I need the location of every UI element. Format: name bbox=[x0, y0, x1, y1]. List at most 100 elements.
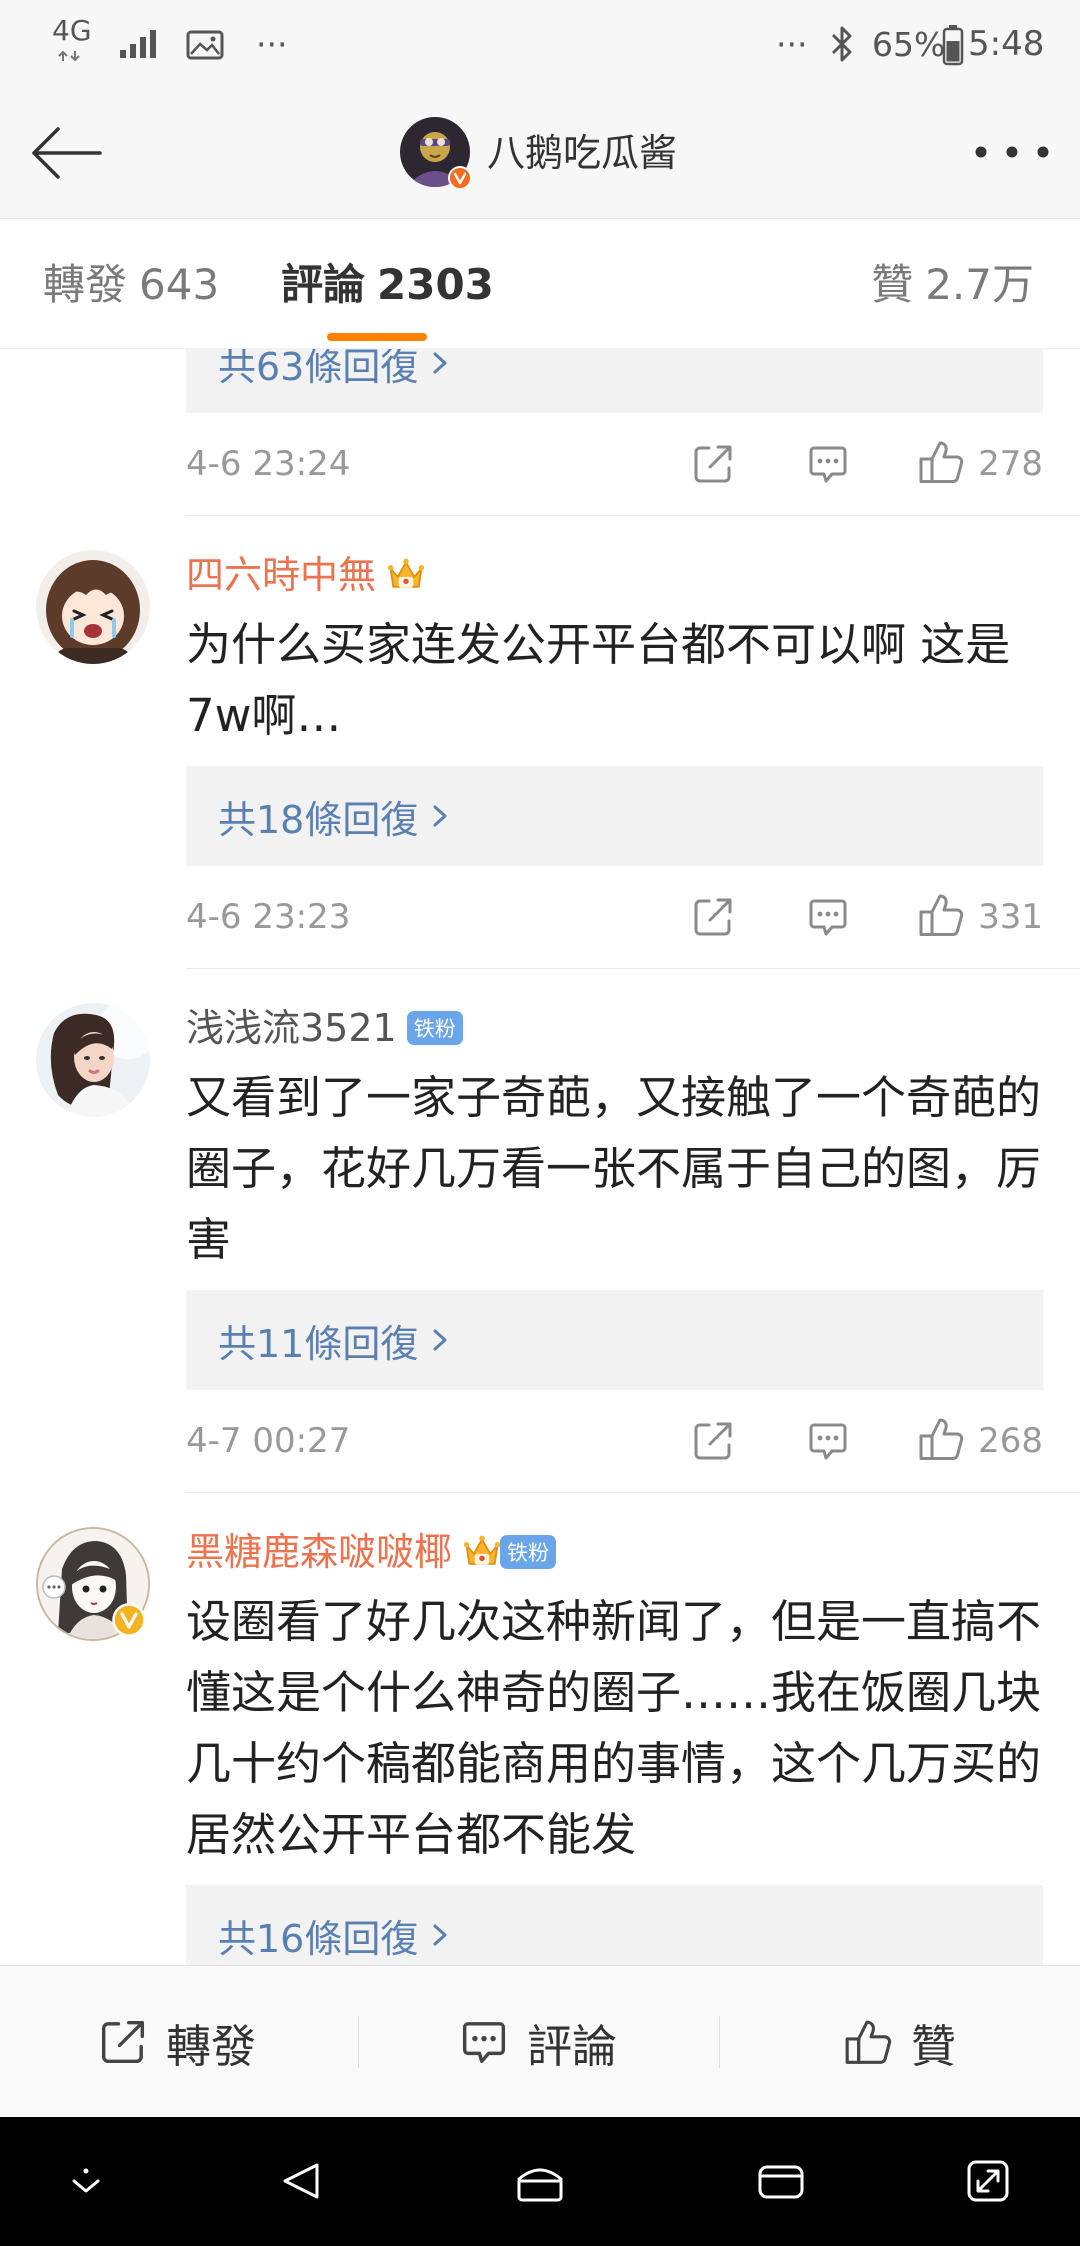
post-action-bar: 轉發 評論 贊 bbox=[0, 1965, 1080, 2117]
like-count: 268 bbox=[978, 1421, 1043, 1461]
commenter-avatar[interactable] bbox=[36, 550, 150, 664]
view-replies-button[interactable]: 共63條回復 bbox=[186, 349, 1043, 413]
like-button[interactable]: 贊 bbox=[843, 1966, 956, 2118]
more-dots-icon[interactable] bbox=[974, 145, 1050, 159]
multi-window-icon[interactable] bbox=[966, 2159, 1010, 2203]
comment-timestamp: 4-7 00:27 bbox=[186, 1421, 351, 1461]
commenter-name[interactable]: 浅浅流3521 bbox=[186, 1003, 397, 1053]
divider bbox=[358, 2016, 359, 2068]
comment-text-line: 懂这是个什么神奇的圈子……我在饭圈几块 bbox=[186, 1666, 1042, 1719]
comment-text-line: 7w啊… bbox=[186, 689, 342, 742]
like-icon[interactable] bbox=[917, 1415, 965, 1463]
comment-item: 黑糖鹿森啵啵椰 铁粉 设圈看了好几次这种新闻了，但是一直搞不 懂这是个什么神奇的… bbox=[0, 1492, 1080, 1965]
comment-icon bbox=[459, 2017, 509, 2067]
repost-label: 轉發 bbox=[166, 2019, 257, 2073]
home-icon[interactable] bbox=[513, 2159, 567, 2203]
author-avatar[interactable] bbox=[400, 117, 472, 190]
comment-text: 为什么买家连发公开平台都不可以啊 这是 7w啊… bbox=[186, 609, 1043, 751]
comment-header: 浅浅流3521 铁粉 bbox=[186, 1003, 1080, 1053]
share-icon[interactable] bbox=[691, 1419, 735, 1463]
commenter-avatar-image bbox=[36, 1003, 150, 1117]
commenter-avatar[interactable] bbox=[36, 1003, 150, 1117]
comment-label: 評論 bbox=[527, 2019, 618, 2073]
share-icon[interactable] bbox=[691, 442, 735, 486]
system-navigation-bar bbox=[0, 2117, 1080, 2246]
comment-text: 设圈看了好几次这种新闻了，但是一直搞不 懂这是个什么神奇的圈子……我在饭圈几块 … bbox=[186, 1586, 1043, 1870]
battery-percent: 65% bbox=[872, 25, 946, 64]
verified-badge-icon bbox=[448, 166, 472, 190]
bluetooth-icon bbox=[831, 26, 852, 62]
comment-button[interactable]: 評論 bbox=[459, 1966, 617, 2118]
comment-actions: 4-7 00:27 268 bbox=[186, 1390, 1080, 1492]
weibo-comments-screen: 4G ··· ··· 65% 5:48 八鹅吃瓜酱 轉發 643 評論 2303… bbox=[0, 0, 1080, 2246]
page-title[interactable]: 八鹅吃瓜酱 bbox=[487, 89, 677, 217]
view-replies-button[interactable]: 共11條回復 bbox=[186, 1290, 1043, 1390]
commenter-name[interactable]: 黑糖鹿森啵啵椰 bbox=[186, 1527, 452, 1577]
comment-actions: 4-6 23:23 331 bbox=[186, 866, 1080, 968]
repost-button[interactable]: 轉發 bbox=[98, 1966, 256, 2118]
status-bar: 4G ··· ··· 65% 5:48 bbox=[0, 0, 1080, 89]
comment-item: 四六時中無 为什么买家连发公开平台都不可以啊 这是 7w啊… 共18條回復 4-… bbox=[0, 515, 1080, 968]
gallery-icon bbox=[186, 30, 224, 60]
comment-timestamp: 4-6 23:24 bbox=[186, 444, 351, 484]
divider bbox=[719, 2016, 720, 2068]
active-tab-indicator bbox=[327, 333, 427, 341]
view-replies-button[interactable]: 共18條回復 bbox=[186, 766, 1043, 866]
back-arrow-icon[interactable] bbox=[30, 125, 102, 181]
tab-count: 2303 bbox=[377, 260, 494, 309]
comment-text-line: 几十约个稿都能商用的事情，这个几万买的 bbox=[186, 1737, 1042, 1790]
hide-nav-icon[interactable] bbox=[66, 2161, 106, 2201]
tab-comments[interactable]: 評論 2303 bbox=[281, 219, 494, 351]
chevron-right-icon bbox=[432, 351, 448, 375]
comment-header: 黑糖鹿森啵啵椰 铁粉 bbox=[186, 1527, 1080, 1577]
commenter-avatar-image bbox=[36, 550, 150, 664]
tab-label: 評論 bbox=[281, 260, 366, 309]
fan-badge: 铁粉 bbox=[500, 1535, 557, 1569]
clock: 5:48 bbox=[968, 24, 1045, 64]
tab-count: 2.7万 bbox=[925, 260, 1034, 309]
tab-label: 贊 bbox=[871, 260, 914, 309]
vip-crown-icon bbox=[386, 556, 426, 594]
data-activity-icon bbox=[58, 50, 80, 62]
share-icon[interactable] bbox=[691, 895, 735, 939]
chevron-right-icon bbox=[432, 1923, 448, 1947]
chevron-right-icon bbox=[432, 1328, 448, 1352]
tab-count: 643 bbox=[139, 260, 220, 309]
comment-text-line: 害 bbox=[186, 1213, 232, 1266]
status-overflow: ··· bbox=[776, 25, 808, 64]
comment-text-line: 圈子，花好几万看一张不属于自己的图，厉 bbox=[186, 1142, 1042, 1195]
battery-icon bbox=[942, 25, 964, 66]
comment-list[interactable]: 共63條回復 4-6 23:24 278 四六時中無 为什么买家连发公开平台都不… bbox=[0, 349, 1080, 1965]
comment-actions: 4-6 23:24 278 bbox=[186, 413, 1080, 515]
like-count: 331 bbox=[978, 897, 1043, 937]
comment-item: 浅浅流3521 铁粉 又看到了一家子奇葩，又接触了一个奇葩的 圈子，花好几万看一… bbox=[0, 968, 1080, 1492]
commenter-avatar[interactable] bbox=[36, 1527, 150, 1641]
vip-crown-icon bbox=[462, 1533, 502, 1571]
replies-count-label: 共63條回復 bbox=[218, 349, 419, 389]
comment-header: 四六時中無 bbox=[186, 550, 1080, 600]
like-icon[interactable] bbox=[917, 438, 965, 486]
chevron-right-icon bbox=[432, 804, 448, 828]
view-replies-button[interactable]: 共16條回復 bbox=[186, 1885, 1043, 1965]
reply-icon[interactable] bbox=[806, 895, 850, 939]
comment-text-line: 为什么买家连发公开平台都不可以啊 这是 bbox=[186, 618, 1011, 671]
comment-timestamp: 4-6 23:23 bbox=[186, 897, 351, 937]
notification-overflow: ··· bbox=[256, 25, 288, 64]
reply-icon[interactable] bbox=[806, 1419, 850, 1463]
tab-likes[interactable]: 贊 2.7万 bbox=[871, 219, 1034, 351]
tab-label: 轉發 bbox=[43, 260, 128, 309]
back-icon[interactable] bbox=[279, 2159, 323, 2203]
fan-badge: 铁粉 bbox=[406, 1011, 463, 1045]
like-label: 贊 bbox=[911, 2019, 957, 2073]
tab-reposts[interactable]: 轉發 643 bbox=[43, 219, 219, 351]
top-navigation-bar: 八鹅吃瓜酱 bbox=[0, 89, 1080, 219]
like-icon[interactable] bbox=[917, 891, 965, 939]
recents-icon[interactable] bbox=[757, 2163, 805, 2201]
signal-icon bbox=[120, 30, 156, 58]
commenter-name[interactable]: 四六時中無 bbox=[186, 550, 376, 600]
reply-icon[interactable] bbox=[806, 442, 850, 486]
like-icon bbox=[843, 2017, 893, 2067]
replies-count-label: 共16條回復 bbox=[218, 1916, 419, 1961]
replies-count-label: 共11條回復 bbox=[218, 1321, 419, 1366]
comment-text-line: 又看到了一家子奇葩，又接触了一个奇葩的 bbox=[186, 1071, 1042, 1124]
